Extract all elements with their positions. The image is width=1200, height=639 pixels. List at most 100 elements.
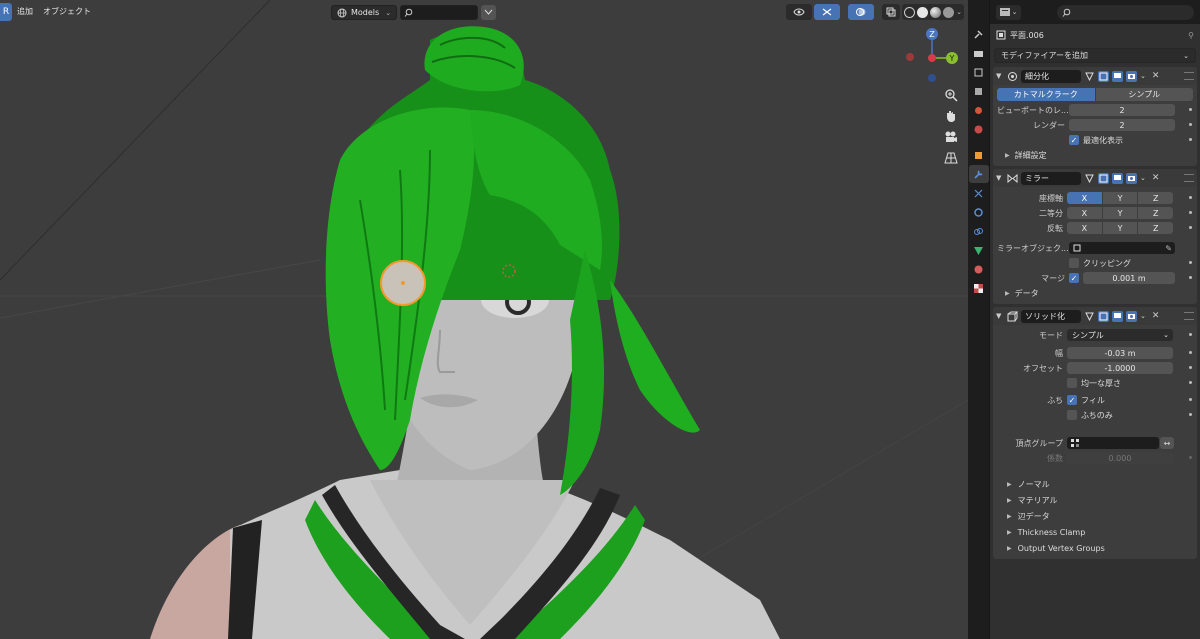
keyframe-dot-icon[interactable]: [1189, 398, 1192, 401]
invert-arrows-icon[interactable]: ↔: [1160, 437, 1174, 449]
solidify-mode-dropdown[interactable]: シンプル ⌄: [1067, 329, 1173, 341]
bisect-x-button[interactable]: X: [1067, 207, 1102, 219]
chevron-down-icon[interactable]: ⌄: [956, 8, 962, 16]
tab-render[interactable]: [969, 44, 989, 62]
chevron-down-icon[interactable]: ⌄: [1140, 72, 1146, 80]
subdivision-name-field[interactable]: 細分化: [1021, 69, 1081, 83]
expand-triangle-icon[interactable]: ▼: [996, 174, 1004, 182]
gizmo-toggle[interactable]: [814, 4, 841, 20]
fill-checkbox[interactable]: ✓ フィル: [1067, 395, 1105, 406]
viewport-display-toggle[interactable]: [1112, 172, 1123, 184]
axis-z-button[interactable]: Z: [1138, 192, 1174, 204]
visibility-button[interactable]: [786, 4, 813, 20]
tab-texture[interactable]: [969, 279, 989, 297]
cage-toggle[interactable]: [1098, 172, 1109, 184]
solidify-name-field[interactable]: ソリッド化: [1021, 309, 1081, 323]
3d-viewport[interactable]: R 追加 オブジェクト Models ⌄ ⌄ Z Y: [0, 0, 968, 639]
viewport-levels-field[interactable]: 2: [1069, 104, 1175, 116]
simple-button[interactable]: シンプル: [1095, 88, 1193, 101]
tab-output[interactable]: [969, 63, 989, 81]
edge-data-subpanel[interactable]: ▶ 辺データ: [993, 508, 1197, 524]
tab-constraints[interactable]: [969, 222, 989, 240]
factor-field[interactable]: 0.000: [1067, 452, 1173, 464]
cage-toggle[interactable]: [1098, 310, 1109, 322]
editor-type-button[interactable]: ⌄: [996, 4, 1022, 20]
thickness-clamp-subpanel[interactable]: ▶ Thickness Clamp: [993, 524, 1197, 540]
edit-mode-toggle[interactable]: [1084, 311, 1095, 322]
drag-handle-icon[interactable]: [1184, 312, 1194, 320]
edit-mode-toggle[interactable]: [1084, 173, 1095, 184]
collection-dropdown[interactable]: Models ⌄: [331, 5, 398, 20]
keyframe-dot-icon[interactable]: [1189, 138, 1192, 141]
expand-triangle-icon[interactable]: ▼: [996, 72, 1004, 80]
mirror-object-field[interactable]: ✎: [1069, 242, 1175, 254]
properties-search-input[interactable]: [1057, 4, 1194, 20]
drag-handle-icon[interactable]: [1184, 174, 1194, 182]
chevron-down-icon[interactable]: ⌄: [1140, 312, 1146, 320]
perspective-button[interactable]: [942, 149, 960, 167]
tab-object[interactable]: [969, 146, 989, 164]
navigation-gizmo[interactable]: Z Y: [904, 26, 960, 84]
tab-data[interactable]: [969, 241, 989, 259]
zoom-button[interactable]: [942, 86, 960, 104]
advanced-subpanel[interactable]: ▶ 詳細設定: [993, 148, 1197, 163]
catmull-clark-button[interactable]: カトマルクラーク: [997, 88, 1095, 101]
tab-world[interactable]: [969, 120, 989, 138]
merge-checkbox[interactable]: ✓: [1069, 273, 1079, 283]
pan-button[interactable]: [942, 107, 960, 125]
render-levels-field[interactable]: 2: [1069, 119, 1175, 131]
close-icon[interactable]: ✕: [1152, 71, 1160, 81]
offset-field[interactable]: -1.0000: [1067, 362, 1173, 374]
materials-subpanel[interactable]: ▶ マテリアル: [993, 492, 1197, 508]
material-shading-button[interactable]: [930, 6, 942, 18]
viewport-search-input[interactable]: [400, 5, 479, 20]
tab-modifiers[interactable]: [968, 165, 989, 183]
bisect-z-button[interactable]: Z: [1138, 207, 1174, 219]
overlay-toggle[interactable]: [848, 4, 875, 20]
eyedropper-icon[interactable]: ✎: [1165, 244, 1172, 253]
render-toggle[interactable]: [1126, 70, 1137, 82]
keyframe-dot-icon[interactable]: [1189, 226, 1192, 229]
tab-view-layer[interactable]: [969, 82, 989, 100]
clipping-checkbox[interactable]: クリッピング: [1069, 258, 1131, 269]
wireframe-shading-button[interactable]: [904, 6, 916, 18]
scene-render[interactable]: [0, 0, 968, 639]
keyframe-dot-icon[interactable]: [1189, 196, 1192, 199]
tab-material[interactable]: [969, 260, 989, 278]
tab-particles[interactable]: [969, 184, 989, 202]
bisect-y-button[interactable]: Y: [1102, 207, 1138, 219]
keyframe-dot-icon[interactable]: [1189, 211, 1192, 214]
menu-object[interactable]: オブジェクト: [38, 3, 96, 21]
output-vertex-groups-subpanel[interactable]: ▶ Output Vertex Groups: [993, 540, 1197, 556]
mirror-header[interactable]: ▼ ミラー ⌄ ✕: [993, 169, 1197, 187]
tab-physics[interactable]: [969, 203, 989, 221]
add-modifier-button[interactable]: モディファイアーを追加 ⌄: [994, 48, 1196, 63]
keyframe-dot-icon[interactable]: [1189, 413, 1192, 416]
edit-mode-toggle[interactable]: [1084, 71, 1095, 82]
thickness-field[interactable]: -0.03 m: [1067, 347, 1173, 359]
flip-y-button[interactable]: Y: [1102, 222, 1138, 234]
render-toggle[interactable]: [1126, 172, 1137, 184]
flip-z-button[interactable]: Z: [1138, 222, 1174, 234]
viewport-display-toggle[interactable]: [1112, 70, 1123, 82]
menu-add[interactable]: 追加: [12, 3, 38, 21]
keyframe-dot-icon[interactable]: [1189, 123, 1192, 126]
expand-triangle-icon[interactable]: ▼: [996, 312, 1004, 320]
keyframe-dot-icon[interactable]: [1189, 261, 1192, 264]
axis-y-button[interactable]: Y: [1102, 192, 1138, 204]
mirror-name-field[interactable]: ミラー: [1021, 171, 1081, 185]
keyframe-dot-icon[interactable]: [1189, 108, 1192, 111]
pin-icon[interactable]: ⚲: [1188, 31, 1194, 40]
close-icon[interactable]: ✕: [1152, 173, 1160, 183]
keyframe-dot-icon[interactable]: [1189, 381, 1192, 384]
subdivision-header[interactable]: ▼ 細分化 ⌄ ✕: [993, 67, 1197, 85]
keyframe-dot-icon[interactable]: [1189, 333, 1192, 336]
filter-button[interactable]: [481, 5, 497, 20]
keyframe-dot-icon[interactable]: [1189, 366, 1192, 369]
mode-chip[interactable]: R: [0, 3, 12, 21]
vertex-group-field[interactable]: [1067, 437, 1159, 449]
solidify-header[interactable]: ▼ ソリッド化 ⌄ ✕: [993, 307, 1197, 325]
cage-toggle[interactable]: [1098, 70, 1109, 82]
merge-distance-field[interactable]: 0.001 m: [1083, 272, 1175, 284]
data-subpanel[interactable]: ▶ データ: [993, 286, 1197, 301]
